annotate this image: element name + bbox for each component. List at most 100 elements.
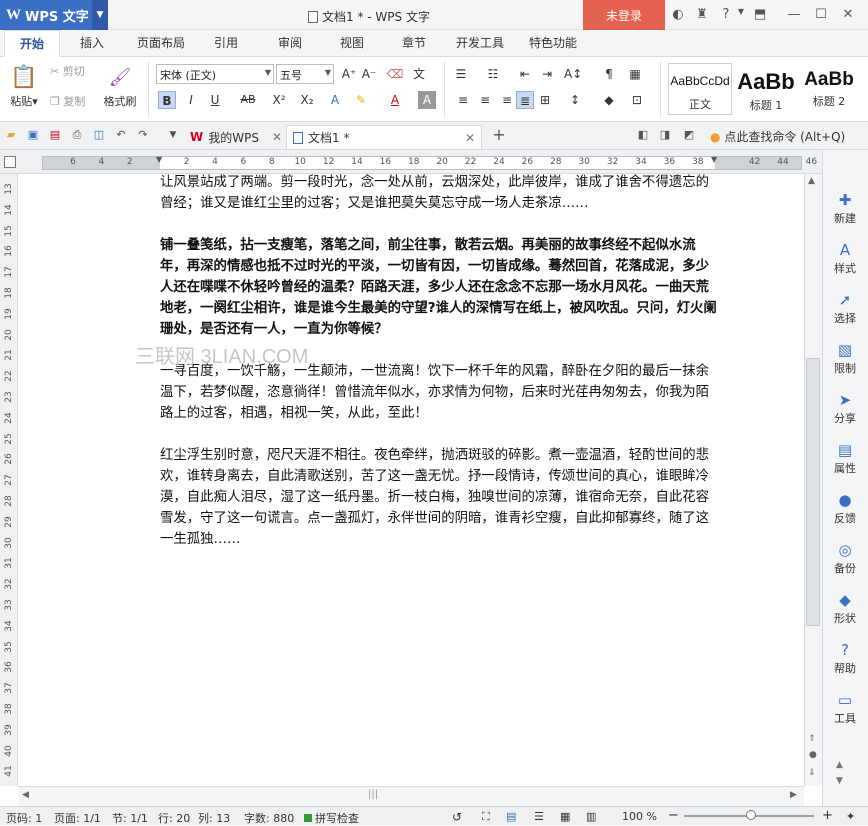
zoom-slider-thumb[interactable] <box>746 810 756 820</box>
status-word-count[interactable]: 字数: 880 <box>244 810 294 826</box>
new-tab-icon[interactable]: + <box>492 127 506 143</box>
vertical-scroll-thumb[interactable] <box>806 358 820 626</box>
zoom-out-icon[interactable]: − <box>668 808 679 823</box>
maximize-icon[interactable]: ☐ <box>813 7 829 22</box>
style-heading-2[interactable]: AaBb 标题 2 <box>798 63 860 115</box>
restore-panel-icon[interactable]: ⬒ <box>752 7 768 22</box>
clear-format-icon[interactable]: ⌫ <box>386 65 404 83</box>
table-icon[interactable]: ▦ <box>626 65 644 83</box>
decrease-indent-icon[interactable]: ⇤ <box>516 65 534 83</box>
open-folder-icon[interactable]: ▰ <box>4 128 18 142</box>
tab-chapter[interactable]: 章节 <box>392 30 436 57</box>
view-icon[interactable]: ◨ <box>658 128 672 142</box>
tab-page-layout[interactable]: 页面布局 <box>130 30 192 57</box>
settings-icon[interactable]: ✦ <box>846 810 855 823</box>
char-shading-icon[interactable]: A <box>418 91 436 109</box>
font-color-icon[interactable]: A <box>386 91 404 109</box>
panel-feedback[interactable]: ● 反馈 <box>822 490 868 526</box>
style-heading-1[interactable]: AaBb 标题 1 <box>734 63 798 115</box>
panel-select[interactable]: ➚ 选择 <box>822 290 868 326</box>
horizontal-scrollbar[interactable]: ◀ ||| ▶ <box>18 786 804 806</box>
panel-share[interactable]: ➤ 分享 <box>822 390 868 426</box>
copy-button[interactable]: ❐ 复制 <box>50 93 98 109</box>
shrink-font-icon[interactable]: A⁻ <box>360 65 378 83</box>
bullet-list-icon[interactable]: ☰ <box>452 65 470 83</box>
paragraph[interactable]: 让风景站成了两端。剪一段时光，念一处从前，云烟深处，此岸彼岸，谁成了谁舍不得遗忘… <box>160 172 720 214</box>
select-browse-icon[interactable]: ● <box>809 750 817 760</box>
panel-restrict[interactable]: ▧ 限制 <box>822 340 868 376</box>
paragraph[interactable]: 红尘浮生别时意，咫尺天涯不相往。夜色牵绊，抛洒斑驳的碎影。煮一壶温酒，轻酌世间的… <box>160 445 720 550</box>
tab-view[interactable]: 视图 <box>330 30 374 57</box>
cut-button[interactable]: ✂ 剪切 <box>50 63 98 79</box>
scroll-right-icon[interactable]: ▶ <box>790 790 797 800</box>
fullscreen-icon[interactable]: ⛶ <box>482 810 490 824</box>
tab-insert[interactable]: 插入 <box>68 30 116 57</box>
paste-button[interactable]: 📋 粘贴▾ <box>6 63 42 109</box>
page-up-icon[interactable]: ⇑ <box>808 734 816 744</box>
numbered-list-icon[interactable]: ☷ <box>484 65 502 83</box>
chevron-down-icon[interactable]: ▼ <box>836 776 843 786</box>
align-center-icon[interactable]: ≡ <box>476 91 494 109</box>
print-icon[interactable]: ⎙ <box>70 128 84 142</box>
minimize-icon[interactable]: — <box>786 7 802 22</box>
tab-special[interactable]: 特色功能 <box>522 30 584 57</box>
style-normal[interactable]: AaBbCcDd 正文 <box>668 63 732 115</box>
zoom-level[interactable]: 100 % <box>622 810 657 823</box>
print-preview-icon[interactable]: ◫ <box>92 128 106 142</box>
export-pdf-icon[interactable]: ▤ <box>48 128 62 142</box>
underline-button[interactable]: U <box>206 91 224 109</box>
panel-properties[interactable]: ▤ 属性 <box>822 440 868 476</box>
redo-icon[interactable]: ↷ <box>136 128 150 142</box>
highlight-icon[interactable]: ✎ <box>352 91 370 109</box>
distribute-icon[interactable]: ⊞ <box>536 91 554 109</box>
app-menu-button[interactable]: W WPS 文字 ▼ <box>0 0 108 30</box>
panel-style[interactable]: A 样式 <box>822 240 868 276</box>
panel-backup[interactable]: ◎ 备份 <box>822 540 868 576</box>
paragraph[interactable]: 铺一叠笺纸，拈一支瘦笔，落笔之间，前尘往事，散若云烟。再美丽的故事终经不起似水流… <box>160 235 720 340</box>
command-search[interactable]: ● 点此查找命令 (Alt+Q) <box>710 128 845 145</box>
tab-stop-icon[interactable] <box>4 156 16 168</box>
chevron-down-icon[interactable]: ▼ <box>166 128 180 142</box>
font-size-select[interactable]: 五号 ▼ <box>276 64 334 84</box>
page-view-icon[interactable]: ▤ <box>506 810 516 823</box>
skin-icon[interactable]: ◐ <box>670 7 686 22</box>
close-icon[interactable]: ✕ <box>840 7 856 22</box>
tab-home[interactable]: 开始 <box>4 30 60 57</box>
reading-view-icon[interactable]: ▥ <box>586 810 596 823</box>
align-left-icon[interactable]: ≡ <box>454 91 472 109</box>
scroll-left-icon[interactable]: ◀ <box>22 790 29 800</box>
login-button[interactable]: 未登录 <box>583 0 665 30</box>
paragraph-mark-icon[interactable]: ¶ <box>600 65 618 83</box>
format-painter-button[interactable]: 🖌 格式刷 <box>100 63 140 109</box>
revision-icon[interactable]: ↺ <box>452 810 462 824</box>
scroll-up-icon[interactable]: ▲ <box>808 176 815 186</box>
web-view-icon[interactable]: ▦ <box>560 810 570 823</box>
tab-my-wps[interactable]: W 我的WPS ✕ <box>184 125 288 149</box>
view-icon[interactable]: ◩ <box>682 128 696 142</box>
italic-button[interactable]: I <box>182 91 200 109</box>
zoom-in-icon[interactable]: + <box>822 808 833 823</box>
outline-view-icon[interactable]: ☰ <box>534 810 544 823</box>
status-pages[interactable]: 页面: 1/1 <box>54 810 101 826</box>
tab-review[interactable]: 审阅 <box>268 30 312 57</box>
indent-marker-icon[interactable]: ▼ <box>156 155 162 164</box>
text-effect-icon[interactable]: A <box>326 91 344 109</box>
help-icon[interactable]: ? <box>718 7 734 22</box>
strikethrough-button[interactable]: AB <box>236 91 260 109</box>
border-icon[interactable]: ⊡ <box>628 91 646 109</box>
status-row[interactable]: 行: 20 <box>158 810 190 826</box>
panel-help[interactable]: ? 帮助 <box>822 640 868 676</box>
chevron-down-icon[interactable]: ▼ <box>733 7 749 16</box>
panel-tools[interactable]: ▭ 工具 <box>822 690 868 726</box>
chevron-up-icon[interactable]: ▲ <box>836 760 843 770</box>
close-icon[interactable]: ✕ <box>465 131 475 145</box>
view-icon[interactable]: ◧ <box>636 128 650 142</box>
increase-indent-icon[interactable]: ⇥ <box>538 65 556 83</box>
scroll-grip-icon[interactable]: ||| <box>368 789 378 800</box>
close-icon[interactable]: ✕ <box>272 130 282 144</box>
subscript-button[interactable]: X₂ <box>296 91 318 109</box>
align-right-icon[interactable]: ≡ <box>498 91 516 109</box>
save-icon[interactable]: ▣ <box>26 128 40 142</box>
bold-button[interactable]: B <box>158 91 176 109</box>
shirt-icon[interactable]: ♜ <box>694 7 710 22</box>
